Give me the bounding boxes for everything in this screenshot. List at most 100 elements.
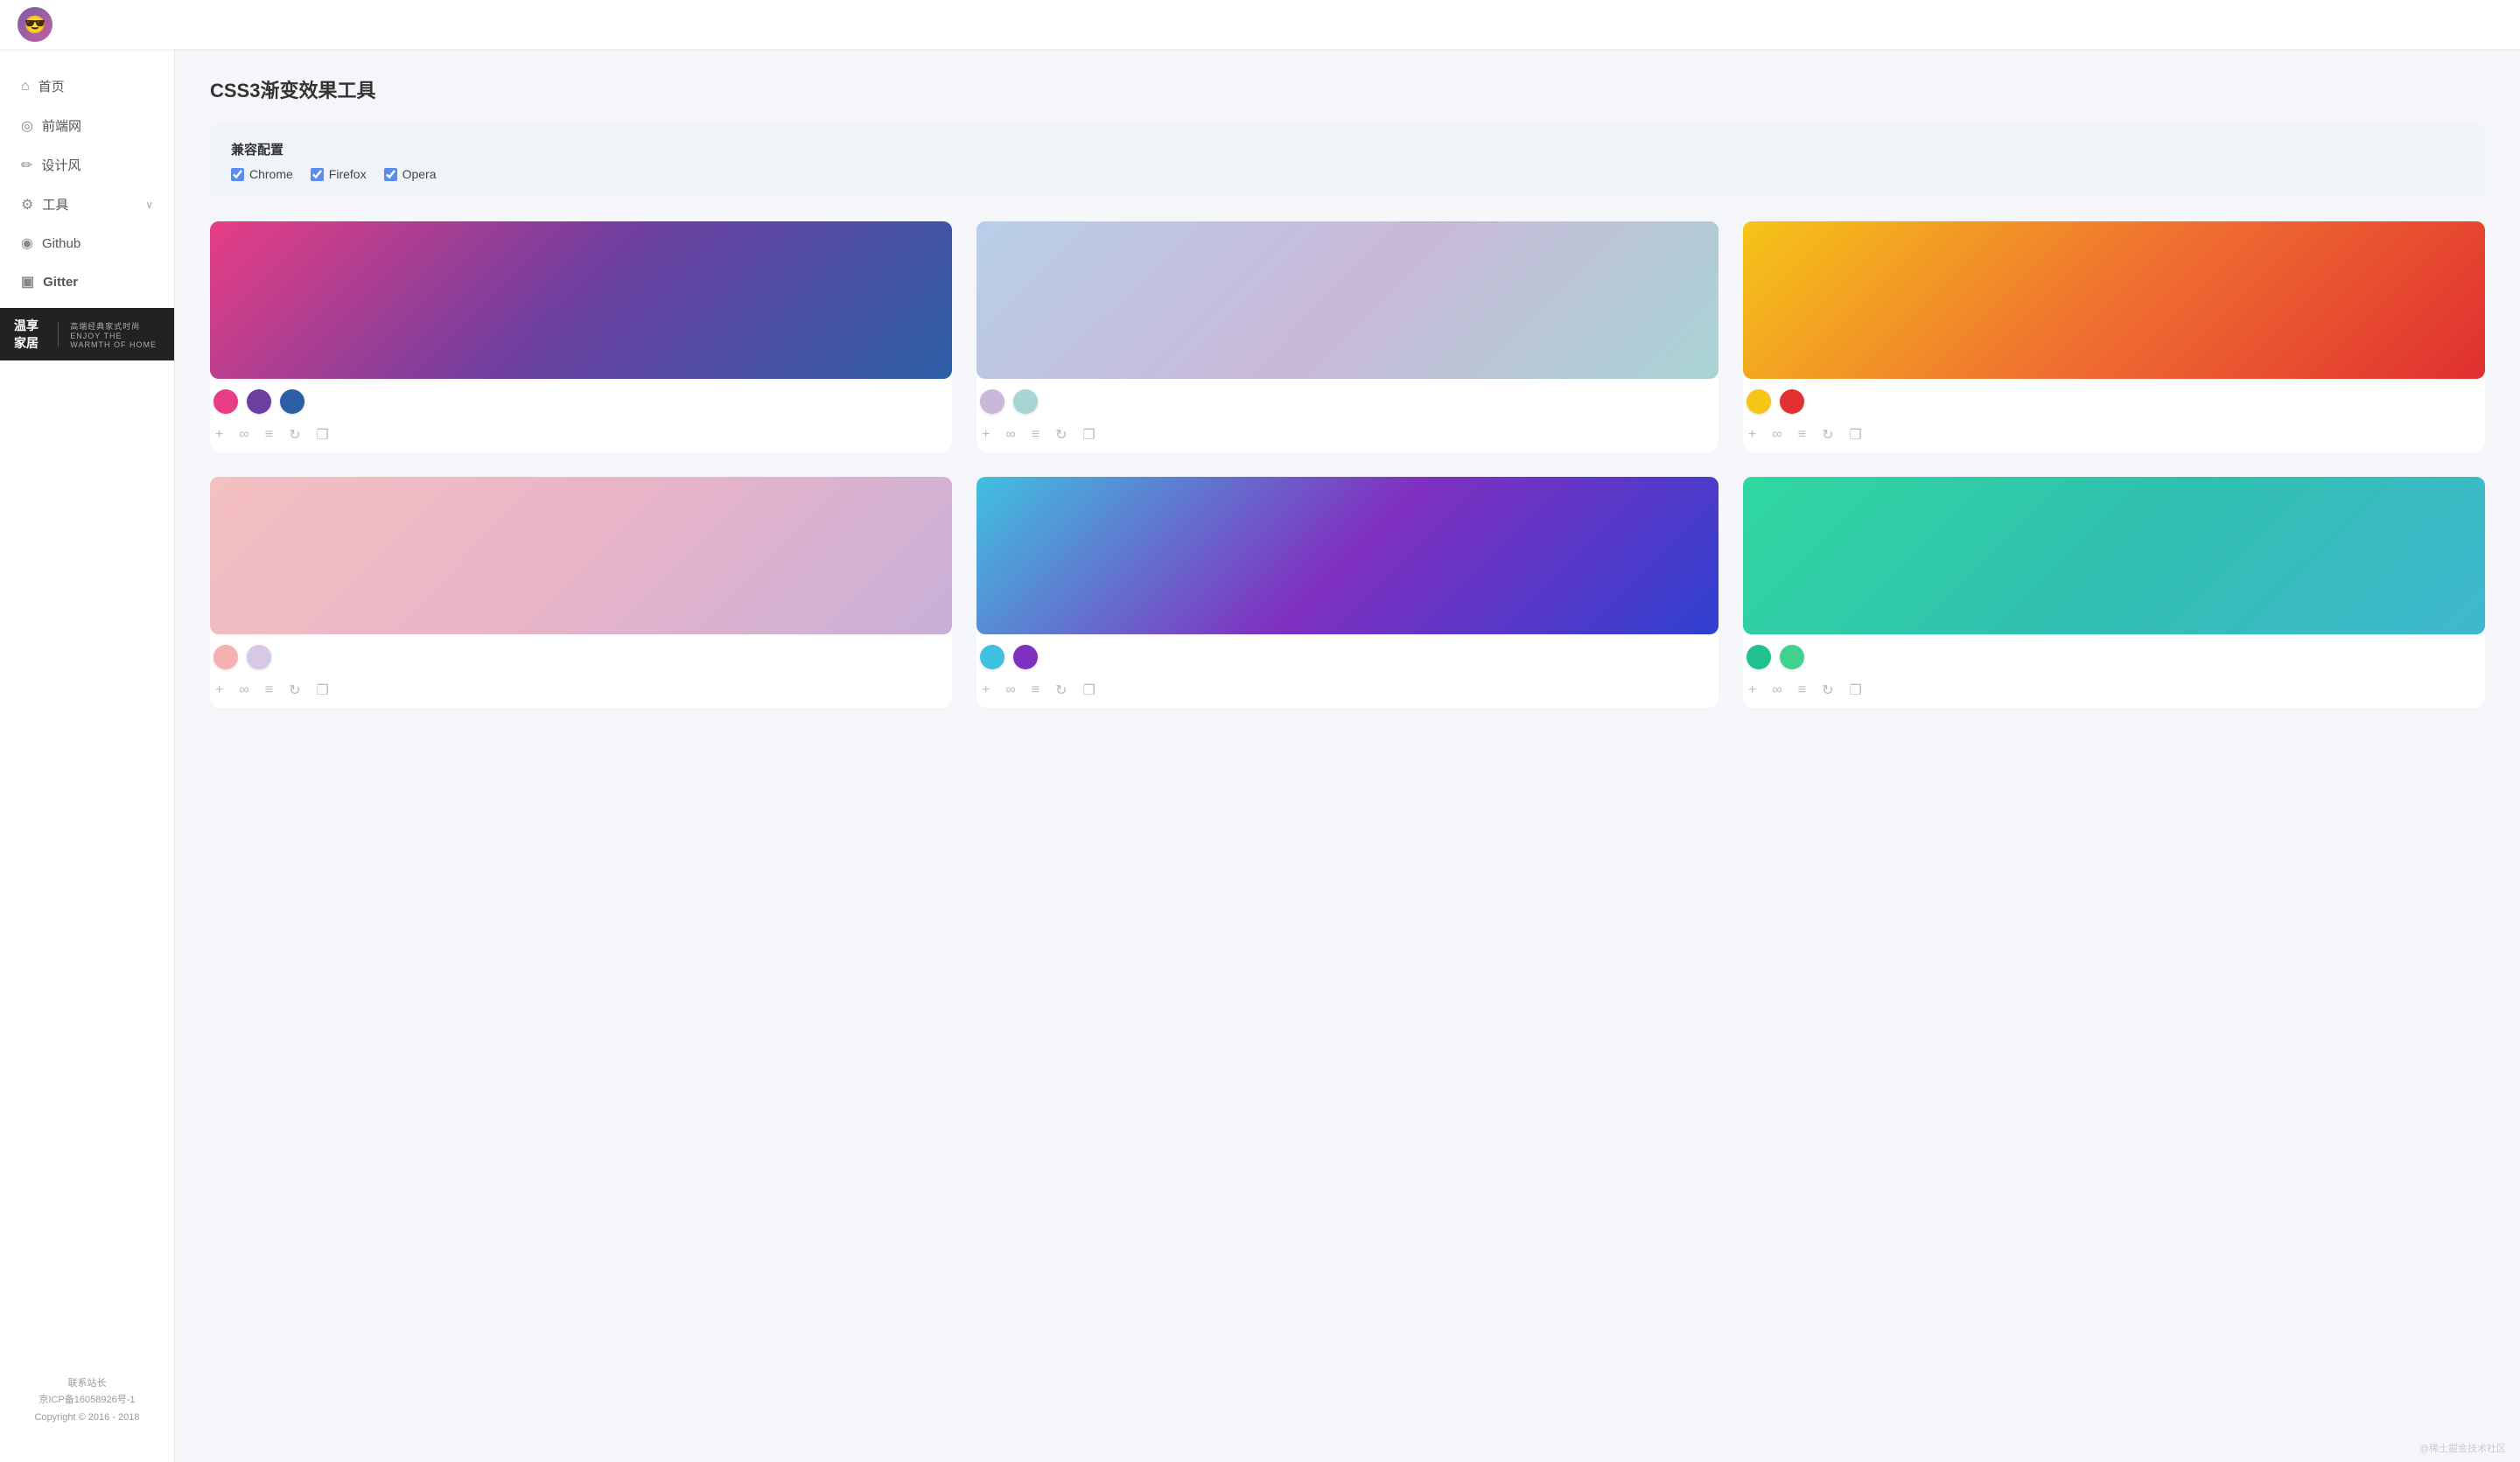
opera-checkbox[interactable]: [384, 168, 397, 181]
tools-icon: ⚙: [21, 196, 33, 213]
sidebar-banner[interactable]: 温享家居 高端经典家式时尚 ENJOY THE WARMTH OF HOME: [0, 308, 174, 360]
compat-opera[interactable]: Opera: [384, 167, 437, 181]
refresh-button-3[interactable]: ↻: [1820, 424, 1835, 445]
main-content: CSS3渐变效果工具 兼容配置 Chrome Firefox Opera: [175, 49, 2520, 1462]
color-dot-1-1[interactable]: [214, 389, 238, 414]
design-icon: ✏: [21, 157, 32, 174]
refresh-button-1[interactable]: ↻: [287, 424, 302, 445]
infinite-button-5[interactable]: ∞: [1004, 681, 1017, 700]
gradient-actions-6: + ∞ ≡ ↻ ❐: [1743, 676, 2485, 708]
color-dot-6-1[interactable]: [1746, 645, 1771, 669]
chrome-checkbox[interactable]: [231, 168, 244, 181]
compat-firefox[interactable]: Firefox: [311, 167, 367, 181]
color-dot-5-2[interactable]: [1013, 645, 1038, 669]
gradient-actions-3: + ∞ ≡ ↻ ❐: [1743, 421, 2485, 452]
sidebar-nav: ⌂ 首页 ◎ 前端网 ✏ 设计风 ⚙ 工具 ∨ ◉ Github ▣: [0, 66, 174, 1358]
icp-text: 京ICP备16058926号-1: [14, 1392, 160, 1410]
infinite-button-4[interactable]: ∞: [237, 681, 250, 700]
sidebar-item-tools[interactable]: ⚙ 工具 ∨: [0, 185, 174, 224]
gradient-preview-4[interactable]: [210, 477, 952, 634]
color-dot-3-1[interactable]: [1746, 389, 1771, 414]
top-header: 😎: [0, 0, 2520, 49]
gradient-preview-1[interactable]: [210, 221, 952, 379]
sliders-button-5[interactable]: ≡: [1030, 681, 1041, 700]
gradient-card-2: + ∞ ≡ ↻ ❐: [976, 221, 1718, 452]
copy-button-6[interactable]: ❐: [1848, 680, 1864, 701]
sidebar-footer: 联系站长 京ICP备16058926号-1 Copyright © 2016 -…: [0, 1358, 174, 1445]
sidebar-item-design[interactable]: ✏ 设计风: [0, 145, 174, 185]
firefox-label: Firefox: [329, 167, 367, 181]
infinite-button-3[interactable]: ∞: [1770, 425, 1783, 444]
copy-button-3[interactable]: ❐: [1848, 424, 1864, 445]
add-button-2[interactable]: +: [980, 425, 991, 444]
logo-emoji: 😎: [24, 14, 46, 36]
copy-button-5[interactable]: ❐: [1082, 680, 1097, 701]
gradient-grid: + ∞ ≡ ↻ ❐ + ∞ ≡ ↻ ❐ + ∞ ≡ ↻ ❐ + ∞ ≡ ↻ ❐ + ∞ ≡ ↻ ❐ + ∞ ≡ ↻ ❐: [210, 221, 2485, 708]
sliders-button-3[interactable]: ≡: [1796, 425, 1808, 444]
gradient-card-6: + ∞ ≡ ↻ ❐: [1743, 477, 2485, 708]
sliders-button-4[interactable]: ≡: [263, 681, 275, 700]
sliders-button-1[interactable]: ≡: [263, 425, 275, 444]
color-dot-1-2[interactable]: [247, 389, 271, 414]
gradient-preview-6[interactable]: [1743, 477, 2485, 634]
sliders-button-2[interactable]: ≡: [1030, 425, 1041, 444]
chevron-down-icon: ∨: [145, 199, 153, 211]
gradient-preview-3[interactable]: [1743, 221, 2485, 379]
compat-chrome[interactable]: Chrome: [231, 167, 293, 181]
gradient-card-5: + ∞ ≡ ↻ ❐: [976, 477, 1718, 708]
banner-divider: [58, 322, 59, 346]
color-dot-4-2[interactable]: [247, 645, 271, 669]
color-dot-3-2[interactable]: [1780, 389, 1804, 414]
sidebar-item-gitter[interactable]: ▣ Gitter: [0, 262, 174, 301]
infinite-button-6[interactable]: ∞: [1770, 681, 1783, 700]
copy-button-1[interactable]: ❐: [315, 424, 331, 445]
gradient-colors-4: [210, 634, 952, 676]
color-dot-2-1[interactable]: [980, 389, 1004, 414]
add-button-1[interactable]: +: [214, 425, 225, 444]
sidebar-label-frontend: 前端网: [42, 116, 81, 135]
copyright-text: Copyright © 2016 - 2018: [14, 1410, 160, 1427]
refresh-button-6[interactable]: ↻: [1820, 680, 1835, 701]
chrome-label: Chrome: [249, 167, 293, 181]
color-dot-4-1[interactable]: [214, 645, 238, 669]
sidebar-item-github[interactable]: ◉ Github: [0, 224, 174, 262]
gradient-colors-2: [976, 379, 1718, 421]
opera-label: Opera: [402, 167, 437, 181]
refresh-button-5[interactable]: ↻: [1054, 680, 1068, 701]
contact-text: 联系站长: [14, 1375, 160, 1393]
gradient-card-4: + ∞ ≡ ↻ ❐: [210, 477, 952, 708]
gradient-preview-5[interactable]: [976, 477, 1718, 634]
gradient-actions-4: + ∞ ≡ ↻ ❐: [210, 676, 952, 708]
banner-text: 温享家居: [14, 317, 46, 352]
compat-checkboxes: Chrome Firefox Opera: [231, 167, 2464, 181]
add-button-3[interactable]: +: [1746, 425, 1758, 444]
refresh-button-2[interactable]: ↻: [1054, 424, 1068, 445]
sliders-button-6[interactable]: ≡: [1796, 681, 1808, 700]
frontend-icon: ◎: [21, 117, 33, 135]
color-dot-6-2[interactable]: [1780, 645, 1804, 669]
home-icon: ⌂: [21, 79, 30, 94]
site-logo[interactable]: 😎: [18, 7, 52, 42]
gradient-actions-5: + ∞ ≡ ↻ ❐: [976, 676, 1718, 708]
sidebar-item-frontend[interactable]: ◎ 前端网: [0, 106, 174, 145]
firefox-checkbox[interactable]: [311, 168, 324, 181]
sidebar-label-home: 首页: [38, 77, 65, 95]
color-dot-2-2[interactable]: [1013, 389, 1038, 414]
color-dot-1-3[interactable]: [280, 389, 304, 414]
banner-subtitle2: ENJOY THE WARMTH OF HOME: [70, 332, 160, 349]
refresh-button-4[interactable]: ↻: [287, 680, 302, 701]
gradient-preview-2[interactable]: [976, 221, 1718, 379]
gradient-colors-3: [1743, 379, 2485, 421]
infinite-button-2[interactable]: ∞: [1004, 425, 1017, 444]
copy-button-4[interactable]: ❐: [315, 680, 331, 701]
sidebar-item-home[interactable]: ⌂ 首页: [0, 66, 174, 106]
add-button-5[interactable]: +: [980, 681, 991, 700]
gradient-actions-2: + ∞ ≡ ↻ ❐: [976, 421, 1718, 452]
sidebar-label-tools: 工具: [42, 195, 68, 213]
copy-button-2[interactable]: ❐: [1082, 424, 1097, 445]
infinite-button-1[interactable]: ∞: [237, 425, 250, 444]
sidebar-label-design: 设计风: [41, 156, 80, 174]
color-dot-5-1[interactable]: [980, 645, 1004, 669]
add-button-6[interactable]: +: [1746, 681, 1758, 700]
add-button-4[interactable]: +: [214, 681, 225, 700]
